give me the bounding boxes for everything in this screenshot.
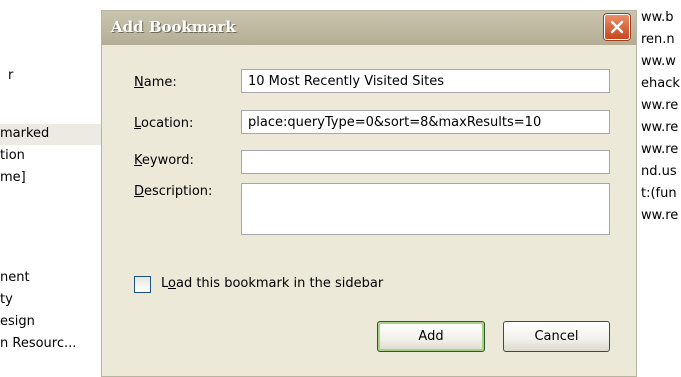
close-icon — [610, 20, 624, 34]
dialog-title: Add Bookmark — [111, 18, 236, 36]
add-button[interactable]: Add — [377, 321, 485, 352]
location-label-rest: ocation: — [141, 116, 194, 131]
dialog-titlebar[interactable]: Add Bookmark — [102, 11, 636, 45]
load-in-sidebar-checkbox[interactable] — [134, 276, 151, 293]
list-item[interactable]: ww.re — [641, 208, 678, 223]
name-label-rest: ame: — [143, 75, 177, 90]
description-field[interactable] — [241, 183, 610, 235]
keyword-label-rest: eyword: — [141, 153, 194, 168]
list-item[interactable]: ww.re — [641, 142, 678, 157]
list-item[interactable]: nd.us — [641, 164, 677, 179]
keyword-label: Keyword: — [134, 153, 194, 168]
list-item[interactable]: me] — [0, 170, 26, 185]
name-label: Name: — [134, 75, 177, 90]
load-in-sidebar-label-rest: ad this bookmark in the sidebar — [175, 276, 384, 291]
list-item[interactable]: ww.w — [641, 54, 676, 69]
background-left-panel: r marked tion me] nent ty esign n Resour… — [0, 0, 112, 377]
list-item[interactable]: tion — [0, 148, 25, 163]
list-item[interactable]: ww.re — [641, 120, 678, 135]
background-right-panel: ww.b ren.n ww.w ehack ww.re ww.re ww.re … — [637, 0, 681, 377]
list-item[interactable]: ehack — [641, 76, 680, 91]
list-item[interactable]: ww.re — [641, 98, 678, 113]
list-item[interactable]: ww.b — [641, 10, 673, 25]
add-bookmark-dialog: Add Bookmark Name: 10 Most Recently Visi… — [101, 10, 637, 377]
location-label: Location: — [134, 116, 194, 131]
load-in-sidebar-label[interactable]: Load this bookmark in the sidebar — [161, 276, 383, 291]
name-field[interactable]: 10 Most Recently Visited Sites — [241, 69, 610, 93]
list-item[interactable]: r — [8, 68, 13, 83]
list-item[interactable]: ty — [0, 292, 13, 307]
list-item[interactable]: t:(fun — [641, 186, 677, 201]
close-button[interactable] — [604, 14, 630, 40]
description-label: Description: — [134, 184, 213, 199]
keyword-field[interactable] — [241, 150, 610, 174]
description-label-rest: escription: — [144, 184, 213, 199]
list-item[interactable]: esign — [0, 314, 35, 329]
cancel-button[interactable]: Cancel — [503, 321, 610, 352]
list-item[interactable]: nent — [0, 270, 30, 285]
list-item[interactable]: n Resourc... — [0, 336, 76, 351]
list-item[interactable]: ren.n — [641, 32, 675, 47]
list-item[interactable]: marked — [0, 126, 49, 141]
location-field[interactable]: place:queryType=0&sort=8&maxResults=10 — [241, 110, 610, 134]
